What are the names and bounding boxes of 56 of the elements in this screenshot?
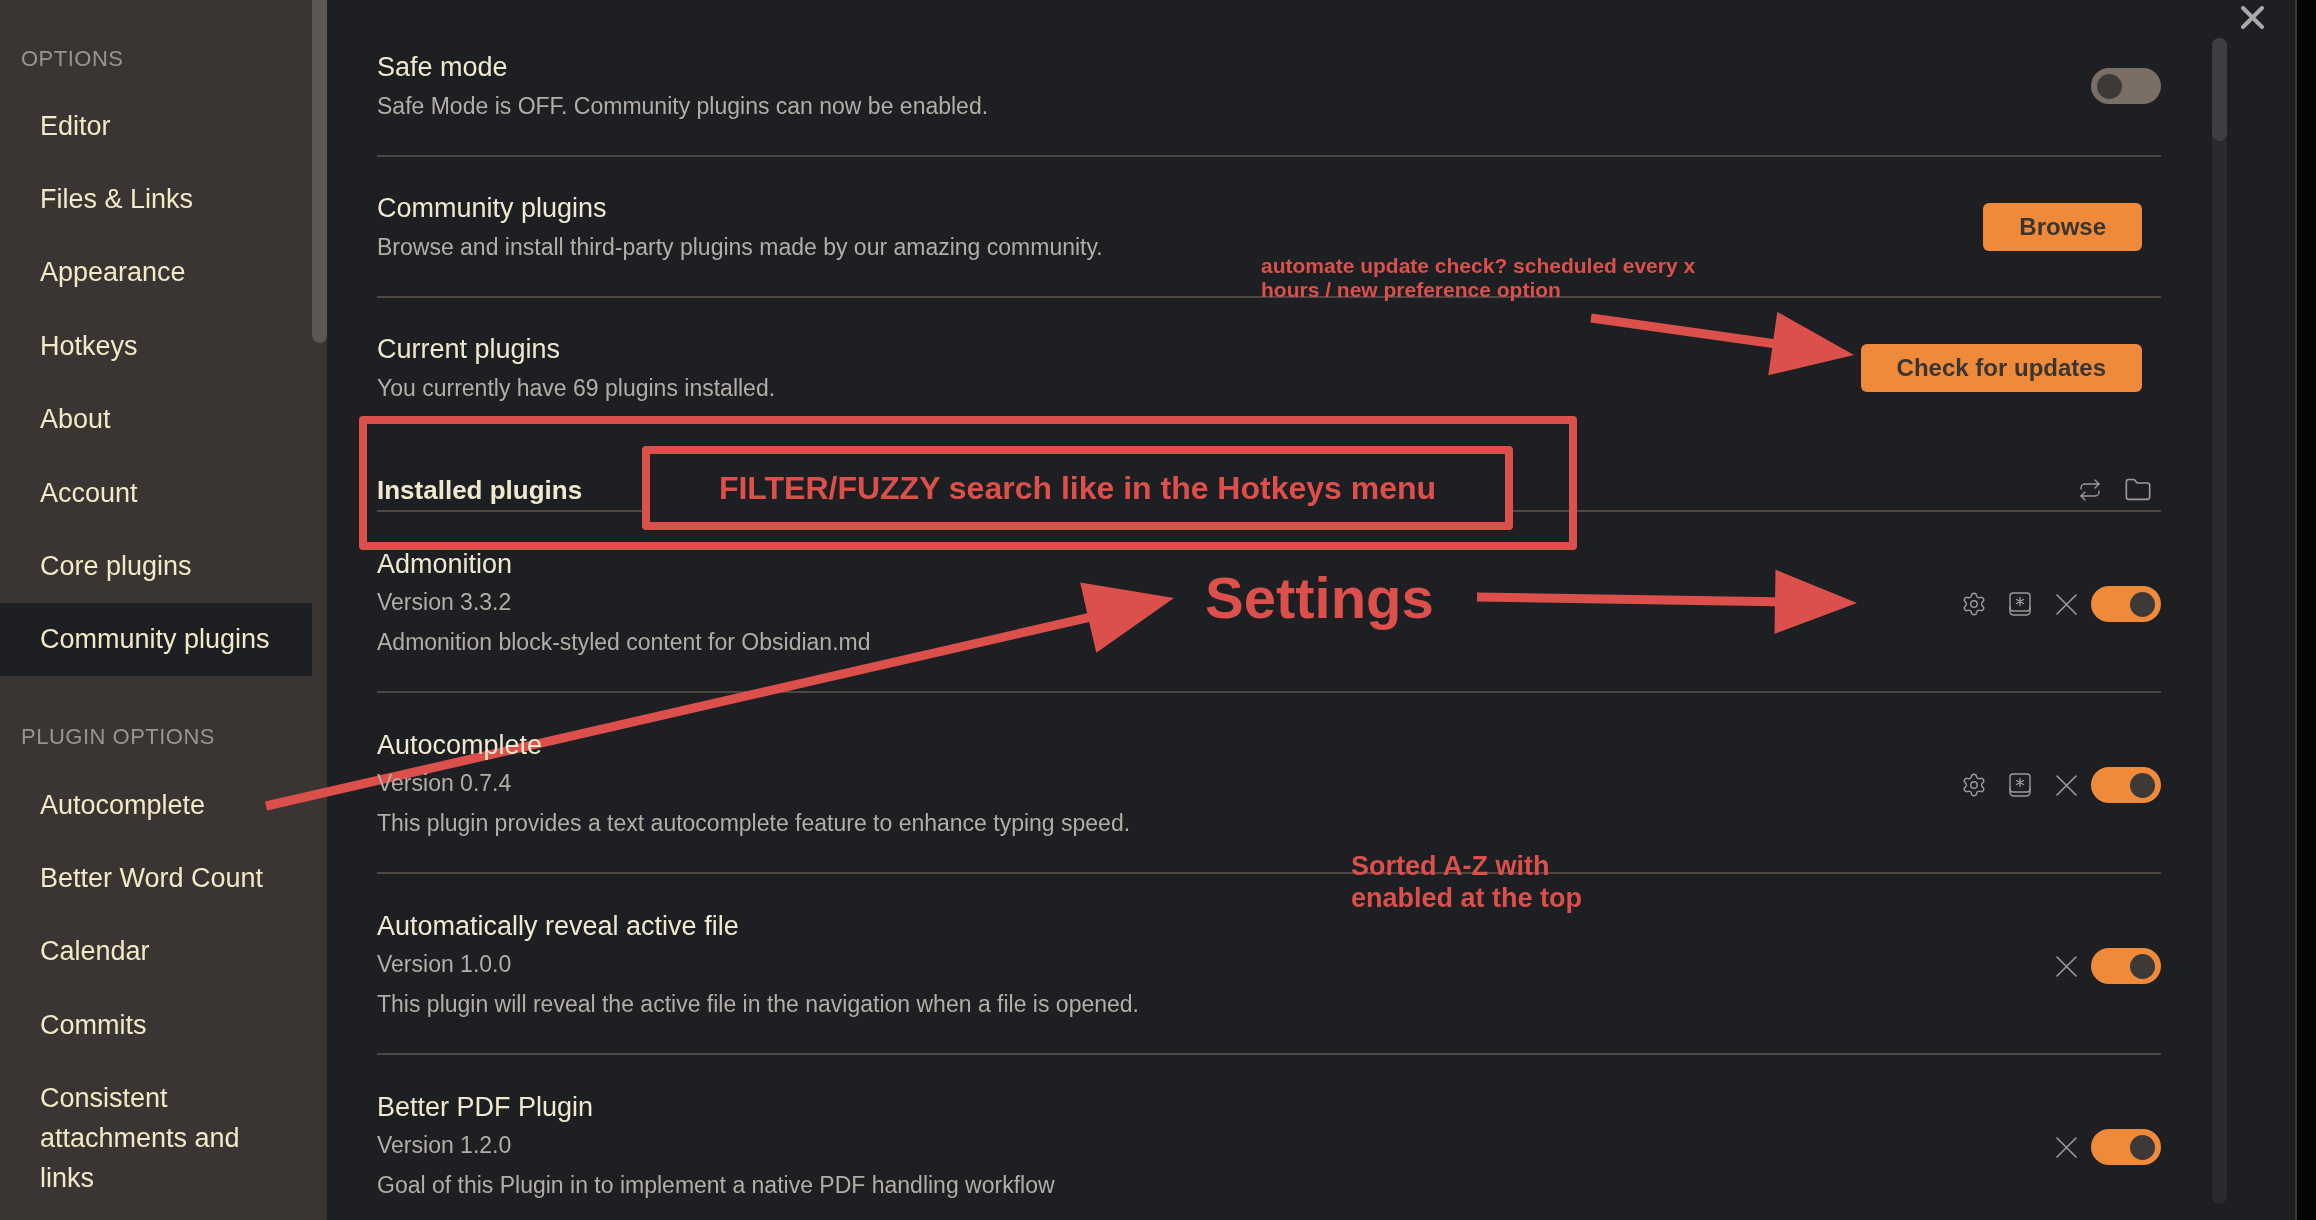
sidebar-item[interactable]: Commits (0, 988, 312, 1062)
sidebar-item[interactable]: Hotkeys (0, 309, 312, 383)
toggle-switch[interactable] (2091, 586, 2161, 622)
sidebar-item[interactable]: Consistent attachments and links (0, 1061, 312, 1215)
cross-icon[interactable] (2056, 774, 2077, 796)
sidebar-item[interactable]: Editor (0, 89, 312, 163)
toggle-switch[interactable] (2091, 1129, 2161, 1165)
toggle-switch[interactable] (2091, 68, 2161, 104)
repeat-arrows-icon[interactable] (2078, 478, 2102, 502)
action-button[interactable]: Browse (1983, 203, 2142, 251)
asterisk-key-icon[interactable] (2009, 592, 2031, 616)
close-icon[interactable] (2241, 6, 2264, 29)
cross-icon[interactable] (2056, 1136, 2077, 1158)
setting-title: Community plugins (377, 192, 607, 225)
sidebar-heading: OPTIONS (21, 45, 124, 73)
plugin-name: Automatically reveal active file (377, 910, 739, 943)
settings-icon[interactable] (1961, 772, 1987, 798)
settings-icon[interactable] (1961, 591, 1987, 617)
toggle-switch[interactable] (2091, 948, 2161, 984)
sidebar-item[interactable]: Community plugins (0, 602, 312, 676)
plugin-description: Admonition block-styled content for Obsidian.md (377, 628, 871, 657)
plugin-version: Version 1.0.0 (377, 950, 512, 979)
sidebar-item[interactable]: Appearance (0, 235, 312, 310)
sidebar-item[interactable]: Files & Links (0, 162, 312, 236)
sidebar-item[interactable]: About (0, 382, 312, 456)
sidebar-item[interactable]: Better Word Count (0, 841, 312, 915)
asterisk-key-icon[interactable] (2009, 773, 2031, 797)
sidebar-item[interactable]: Core plugins (0, 529, 312, 603)
sidebar-item[interactable]: Account (0, 455, 312, 530)
action-button[interactable]: Check for updates (1860, 344, 2142, 392)
cross-icon[interactable] (2056, 955, 2077, 977)
setting-title: Safe mode (377, 51, 508, 84)
setting-description: You currently have 69 plugins installed. (377, 374, 776, 403)
setting-title: Current plugins (377, 333, 561, 366)
sidebar-heading: PLUGIN OPTIONS (21, 723, 216, 751)
sidebar-item[interactable]: Calendar (0, 914, 312, 989)
plugin-name: Admonition (377, 548, 513, 581)
plugin-description: Goal of this Plugin in to implement a native PDF handling workflow (377, 1171, 1055, 1200)
plugin-name: Better PDF Plugin (377, 1091, 594, 1124)
scrollbar-thumb[interactable] (312, 0, 327, 343)
plugin-version: Version 0.7.4 (377, 769, 512, 798)
annotation-note: automate update check? scheduled every x hours / new preference option (1261, 254, 1697, 302)
sidebar-item[interactable]: Autocomplete (0, 768, 312, 842)
plugin-version: Version 1.2.0 (377, 1131, 512, 1160)
section-heading: Installed plugins (377, 474, 583, 507)
plugin-description: This plugin will reveal the active file in the navigation when a file is opened. (377, 990, 1139, 1019)
annotation-text: FILTER/FUZZY search like in the Hotkeys menu (718, 469, 1437, 507)
cross-icon[interactable] (2056, 593, 2077, 615)
plugin-version: Version 3.3.2 (377, 588, 512, 617)
setting-description: Browse and install third-party plugins made by our amazing community. (377, 233, 1103, 262)
annotation-note: Sorted A-Z with enabled at the top (1351, 850, 1584, 914)
plugin-description: This plugin provides a text autocomplete feature to enhance typing speed. (377, 809, 1131, 838)
setting-description: Safe Mode is OFF. Community plugins can now be enabled. (377, 92, 989, 121)
toggle-switch[interactable] (2091, 767, 2161, 803)
annotation-label: Settings (1205, 564, 1434, 632)
scrollbar-thumb[interactable] (2212, 38, 2227, 141)
